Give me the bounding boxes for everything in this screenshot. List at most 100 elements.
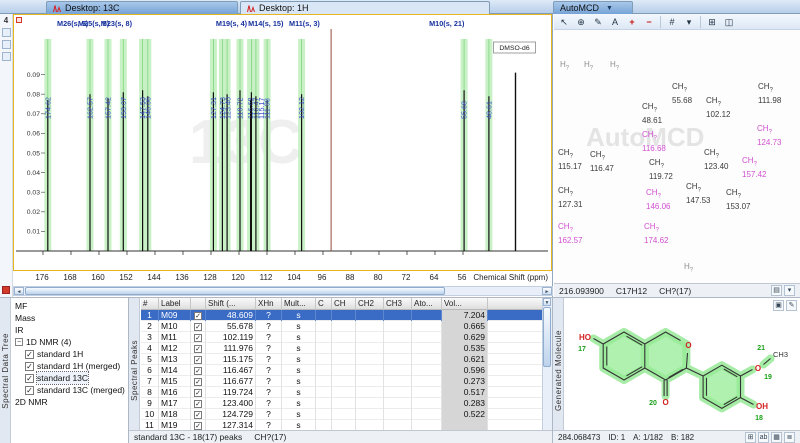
grid-icon[interactable]: ⊞ xyxy=(745,431,756,443)
text-icon[interactable]: A xyxy=(607,15,623,29)
mcd-carbon-node[interactable]: CH? 111.98 xyxy=(758,82,781,105)
column-header[interactable] xyxy=(191,298,206,310)
mcd-carbon-node[interactable]: CH? 127.31 xyxy=(558,186,582,209)
mcd-hydrogen-node[interactable]: H? xyxy=(684,262,693,276)
checkbox[interactable]: ✓ xyxy=(194,356,202,364)
tree-item[interactable]: 2D NMR xyxy=(12,396,128,408)
table-icon[interactable]: ▦ xyxy=(771,431,782,443)
mcd-carbon-node[interactable]: CH? 123.40 xyxy=(704,148,728,171)
table-row[interactable]: 6 M14 ✓ 116.467? s 0.596 xyxy=(141,365,542,376)
column-header[interactable]: CH2 xyxy=(356,298,384,310)
table-row[interactable]: 8 M16 ✓ 119.724? s 0.517 xyxy=(141,387,542,398)
mcd-carbon-node[interactable]: CH? 119.72 xyxy=(649,158,673,181)
checkbox[interactable]: ✓ xyxy=(194,312,202,320)
tree-item[interactable]: Mass xyxy=(12,312,128,324)
column-header[interactable]: CH xyxy=(332,298,356,310)
mcd-carbon-node[interactable]: CH? 174.62 xyxy=(644,222,668,245)
table-row[interactable]: 4 M12 ✓ 111.976? s 0.535 xyxy=(141,343,542,354)
multiplet-label[interactable]: M11(s, 3) xyxy=(289,19,320,28)
checkbox[interactable]: ✓ xyxy=(194,389,202,397)
tree-item[interactable]: ✓ standard 13C xyxy=(12,371,128,385)
mcd-carbon-node[interactable]: CH? 116.47 xyxy=(590,150,614,173)
checkbox[interactable]: ✓ xyxy=(194,334,202,342)
mcd-carbon-node[interactable]: CH? 116.68 xyxy=(642,130,666,153)
checkbox[interactable]: ✓ xyxy=(194,323,202,331)
mcd-carbon-node[interactable]: CH? 102.12 xyxy=(706,96,730,119)
grid-icon[interactable]: ⊞ xyxy=(704,15,720,29)
label-icon[interactable]: ab xyxy=(758,431,769,443)
mcd-hydrogen-node[interactable]: H? xyxy=(610,60,619,74)
tree-item[interactable]: ✓ standard 1H (merged) xyxy=(12,360,128,372)
add-icon[interactable]: + xyxy=(624,15,640,29)
tree-item[interactable]: −1D NMR (4) xyxy=(12,336,128,348)
tree-item[interactable]: ✓ standard 13C (merged) xyxy=(12,384,128,396)
column-header[interactable]: XHn xyxy=(256,298,282,310)
tab-automcd[interactable]: AutoMCD ▼ xyxy=(553,1,633,14)
molecule-canvas[interactable]: ▣ ✎ HO 17 O O 20 OH 18 O 19 CH3 21 xyxy=(565,298,800,430)
scrollbar-th umb[interactable] xyxy=(25,287,445,295)
multiplet-label[interactable]: M23(s, 8) xyxy=(101,19,133,28)
mcd-carbon-node[interactable]: CH? 157.42 xyxy=(742,156,766,179)
scrollbar-thumb[interactable] xyxy=(543,307,551,367)
checkbox[interactable]: ✓ xyxy=(194,378,202,386)
marker-icon[interactable] xyxy=(2,286,10,294)
table-row[interactable]: 7 M15 ✓ 116.677? s 0.273 xyxy=(141,376,542,387)
checkbox[interactable]: ✓ xyxy=(194,345,202,353)
mcd-hydrogen-node[interactable]: H? xyxy=(560,60,569,74)
zoom-icon[interactable]: ⊕ xyxy=(573,15,589,29)
mcd-carbon-node[interactable]: CH? 162.57 xyxy=(558,222,582,245)
remove-icon[interactable]: − xyxy=(641,15,657,29)
multiplet-label[interactable]: M10(s, 21) xyxy=(429,19,465,28)
multiplet-label[interactable]: M14(s, 15) xyxy=(248,19,284,28)
select-icon[interactable]: ↖ xyxy=(556,15,572,29)
list-icon[interactable]: ≣ xyxy=(784,431,795,443)
vertical-scrollbar[interactable]: ▲ ▼ xyxy=(542,298,552,430)
column-header[interactable]: Ato... xyxy=(412,298,442,310)
dropdown-icon[interactable]: ▾ xyxy=(681,15,697,29)
horizontal-scrollbar[interactable]: ◄ ► xyxy=(13,286,553,296)
column-header[interactable]: CH3 xyxy=(384,298,412,310)
mcd-carbon-node[interactable]: CH? 153.07 xyxy=(726,188,750,211)
mcd-hydrogen-node[interactable]: H? xyxy=(584,60,593,74)
mcd-carbon-node[interactable]: CH? 147.53 xyxy=(686,182,710,205)
mcd-carbon-node[interactable]: CH? 48.61 xyxy=(642,102,662,125)
table-row[interactable]: 10 M18 ✓ 124.729? s 0.522 xyxy=(141,409,542,420)
table-row[interactable]: 11 M19 ✓ 127.314? s xyxy=(141,420,542,430)
tool-icon[interactable] xyxy=(1,52,11,61)
scroll-down-button[interactable]: ▼ xyxy=(543,298,551,306)
chevron-down-icon[interactable]: ▾ xyxy=(784,285,795,296)
molecule-structure[interactable]: HO 17 O O 20 OH 18 O 19 CH3 21 xyxy=(569,304,800,424)
spectrum-canvas[interactable]: 0.01 0.02 0.03 0.04 0.05 0.06 0.07 0.08 0.09 174.… xyxy=(14,15,551,270)
atoms-icon[interactable]: # xyxy=(664,15,680,29)
column-header[interactable]: # xyxy=(141,298,159,310)
table-row[interactable]: 2 M10 ✓ 55.678? s 0.665 xyxy=(141,321,542,332)
tree-item[interactable]: ✓ standard 1H xyxy=(12,348,128,360)
checkbox[interactable]: ✓ xyxy=(194,400,202,408)
mcd-carbon-node[interactable]: CH? 124.73 xyxy=(757,124,781,147)
tool-icon[interactable] xyxy=(1,40,11,49)
column-header[interactable]: Shift (... xyxy=(206,298,256,310)
collapse-icon[interactable]: − xyxy=(15,338,23,346)
multiplet-label[interactable]: M19(s, 4) xyxy=(216,19,248,28)
tab-desktop-13c[interactable]: Desktop: 13C xyxy=(46,1,238,14)
tree-item[interactable]: IR xyxy=(12,324,128,336)
table-row[interactable]: 5 M13 ✓ 115.175? s 0.621 xyxy=(141,354,542,365)
column-header[interactable]: Vol... xyxy=(442,298,488,310)
checkbox[interactable]: ✓ xyxy=(194,367,202,375)
mcd-carbon-node[interactable]: CH? 146.06 xyxy=(646,188,670,211)
column-header[interactable]: Mult... xyxy=(282,298,316,310)
tool-icon[interactable] xyxy=(1,28,11,37)
panels-icon[interactable]: ◫ xyxy=(721,15,737,29)
column-header[interactable]: C xyxy=(316,298,332,310)
checkbox[interactable]: ✓ xyxy=(25,373,34,383)
checkbox[interactable]: ✓ xyxy=(25,385,34,395)
tree-item[interactable]: MF xyxy=(12,300,128,312)
mcd-carbon-node[interactable]: CH? 55.68 xyxy=(672,82,692,105)
checkbox[interactable]: ✓ xyxy=(25,361,34,371)
draw-icon[interactable]: ✎ xyxy=(590,15,606,29)
mcd-carbon-node[interactable]: CH? 115.17 xyxy=(558,148,582,171)
scroll-right-button[interactable]: ► xyxy=(542,287,552,295)
rows-icon[interactable]: ▤ xyxy=(771,285,782,296)
scroll-left-button[interactable]: ◄ xyxy=(14,287,24,295)
column-header[interactable]: Label xyxy=(159,298,191,310)
